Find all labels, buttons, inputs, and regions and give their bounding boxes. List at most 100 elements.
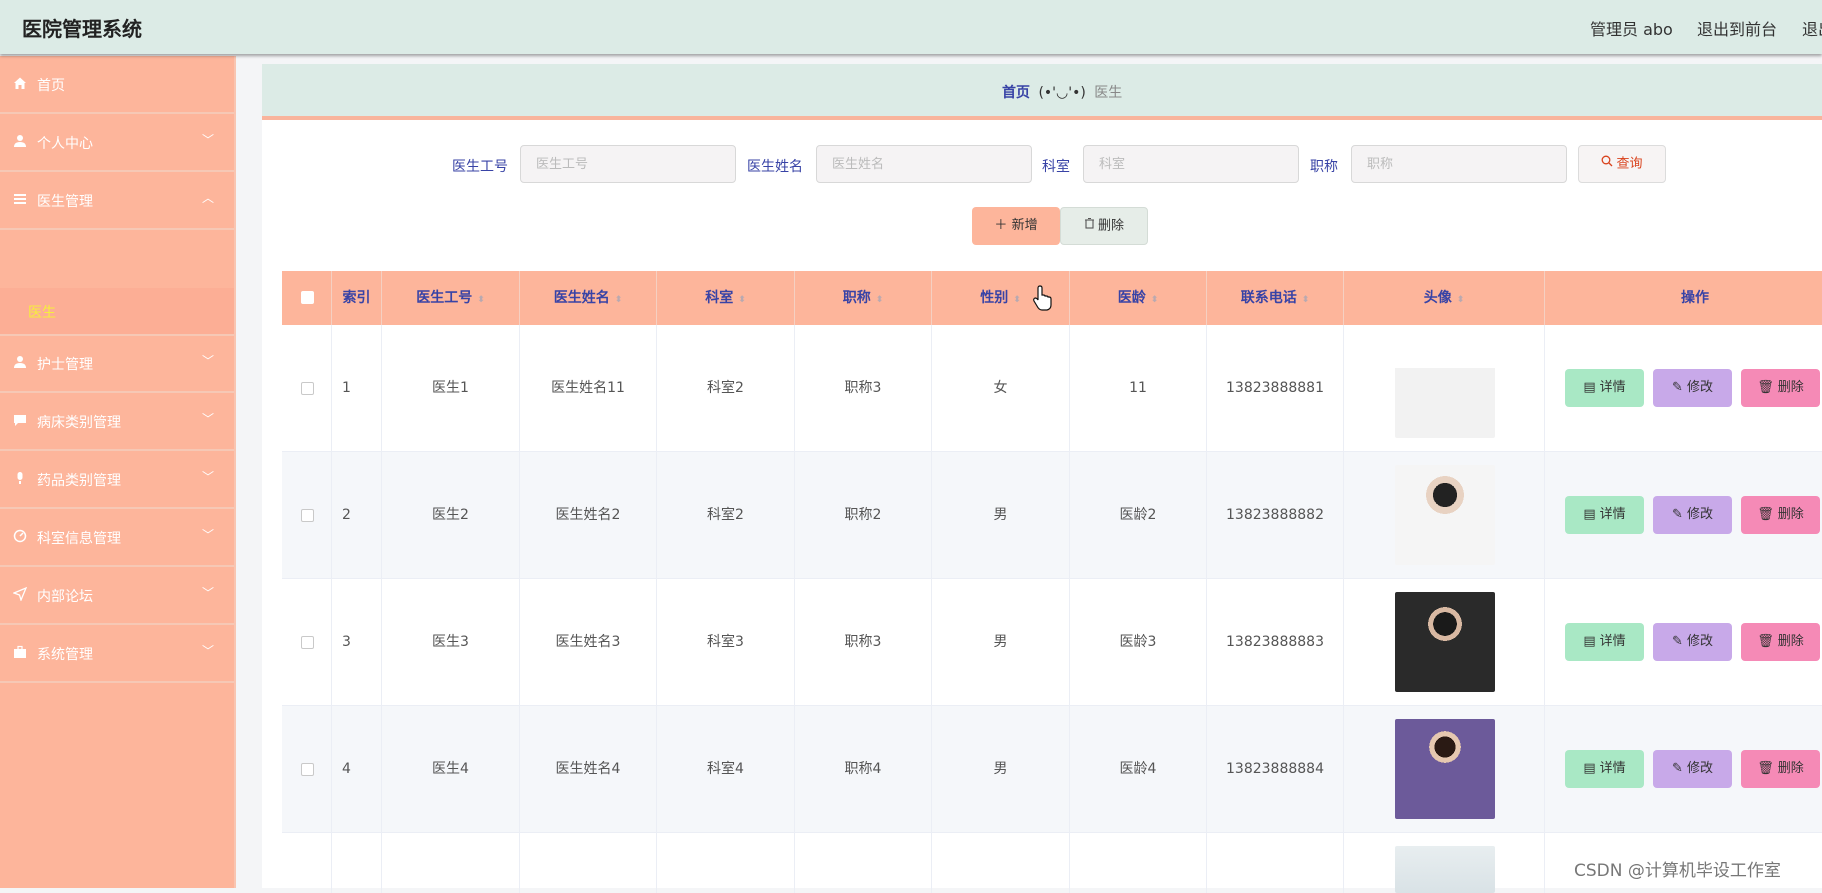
edit-button[interactable]: ✎ 修改 (1653, 369, 1732, 407)
cell-years: 医龄3 (1070, 579, 1207, 706)
row-checkbox[interactable] (301, 636, 314, 649)
column-header[interactable]: 头像 ⬍ (1344, 271, 1545, 325)
app-title: 医院管理系统 (22, 17, 142, 41)
column-header[interactable]: 科室 ⬍ (657, 271, 795, 325)
sort-icon[interactable]: ⬍ (1151, 295, 1159, 305)
edit-button[interactable]: ✎ 修改 (1653, 496, 1732, 534)
sidebar-item-label: 医生管理 (37, 194, 93, 210)
sidebar-item-label: 内部论坛 (37, 589, 93, 605)
query-button[interactable]: 查询 (1578, 145, 1666, 183)
logout-link[interactable]: 退出 (1802, 16, 1822, 40)
doctor-id-input[interactable] (520, 145, 736, 183)
breadcrumb-separator: (•'◡'•) (1038, 85, 1086, 101)
delete-button-label: 删除 (1097, 218, 1124, 234)
document-icon: ▤ (1583, 634, 1596, 649)
column-header[interactable]: 医生工号 ⬍ (382, 271, 520, 325)
trash-icon: 🗑 (1757, 507, 1774, 522)
doctor-avatar[interactable] (1395, 719, 1495, 819)
column-header[interactable]: 联系电话 ⬍ (1207, 271, 1344, 325)
microphone-icon (12, 471, 28, 487)
sidebar-item-department-info[interactable]: 科室信息管理 ﹀ (0, 509, 234, 567)
chevron-down-icon: ﹀ (202, 133, 215, 147)
doctor-id-label: 医生工号 (452, 159, 508, 175)
row-checkbox-cell (282, 452, 332, 579)
main-content: 首页 (•'◡'•) 医生 医生工号 医生姓名 科室 职称 查询 ＋ 新增 删除… (262, 64, 1822, 893)
cell-gender: 男 (932, 452, 1070, 579)
send-icon (12, 586, 28, 603)
doctor-name-input[interactable] (816, 145, 1032, 183)
delete-row-button[interactable]: 🗑 删除 (1741, 496, 1820, 534)
doctor-avatar[interactable] (1395, 465, 1495, 565)
cell-title: 职称3 (795, 579, 932, 706)
doctor-avatar[interactable] (1395, 592, 1495, 692)
list-icon (12, 192, 28, 208)
delete-row-button[interactable]: 🗑 删除 (1741, 623, 1820, 661)
detail-button-label: 详情 (1599, 507, 1626, 522)
sort-icon[interactable]: ⬍ (1302, 295, 1310, 305)
sort-icon[interactable]: ⬍ (1013, 295, 1021, 305)
edit-button[interactable]: ✎ 修改 (1653, 623, 1732, 661)
sidebar-subitem-doctor[interactable]: 医生 (0, 288, 234, 336)
breadcrumb: 首页 (•'◡'•) 医生 (262, 64, 1822, 120)
column-header[interactable]: 医龄 ⬍ (1070, 271, 1207, 325)
sidebar-item-internal-forum[interactable]: 内部论坛 ﹀ (0, 567, 234, 625)
detail-button[interactable]: ▤ 详情 (1565, 750, 1644, 788)
exit-to-front-link[interactable]: 退出到前台 (1697, 16, 1777, 40)
sort-icon[interactable]: ⬍ (738, 295, 746, 305)
detail-button[interactable]: ▤ 详情 (1565, 623, 1644, 661)
user-icon (12, 355, 28, 371)
add-button[interactable]: ＋ 新增 (972, 207, 1060, 245)
detail-button-label: 详情 (1599, 634, 1626, 649)
department-input[interactable] (1083, 145, 1299, 183)
sidebar-item-nurse-management[interactable]: 护士管理 ﹀ (0, 335, 234, 393)
delete-row-button[interactable]: 🗑 删除 (1741, 369, 1820, 407)
table-cell (1070, 833, 1207, 893)
column-header[interactable]: 职称 ⬍ (795, 271, 932, 325)
pencil-icon: ✎ (1672, 507, 1683, 522)
admin-user-label: 管理员 abo (1590, 20, 1673, 39)
detail-button[interactable]: ▤ 详情 (1565, 496, 1644, 534)
sidebar-item-home[interactable]: 首页 (0, 56, 234, 114)
job-title-input[interactable] (1351, 145, 1567, 183)
sidebar-item-system-management[interactable]: 系统管理 ﹀ (0, 625, 234, 683)
cell-dept: 科室2 (657, 325, 795, 452)
row-checkbox[interactable] (301, 763, 314, 776)
sort-icon[interactable]: ⬍ (1457, 295, 1465, 305)
cell-dept: 科室4 (657, 706, 795, 833)
sort-icon[interactable]: ⬍ (876, 295, 884, 305)
cell-avatar (1344, 325, 1545, 452)
document-icon: ▤ (1583, 761, 1596, 776)
chevron-down-icon: ﹀ (202, 528, 215, 542)
sidebar-item-label: 首页 (37, 78, 65, 94)
cell-id: 医生2 (382, 452, 520, 579)
edit-button-label: 修改 (1686, 507, 1713, 522)
sidebar-item-label: 药品类别管理 (37, 473, 121, 489)
sidebar-item-doctor-management[interactable]: 医生管理 ︿ (0, 172, 234, 230)
column-header: 操作 (1681, 290, 1709, 306)
sidebar-item-drug-category[interactable]: 药品类别管理 ﹀ (0, 451, 234, 509)
doctor-avatar[interactable] (1395, 846, 1495, 893)
sidebar-item-personal-center[interactable]: 个人中心 ﹀ (0, 114, 234, 172)
cell-dept: 科室3 (657, 579, 795, 706)
edit-button[interactable]: ✎ 修改 (1653, 750, 1732, 788)
sort-icon[interactable]: ⬍ (615, 295, 623, 305)
column-header[interactable]: 医生姓名 ⬍ (520, 271, 657, 325)
top-bar: 医院管理系统 管理员 abo 退出到前台 退出 (0, 0, 1822, 54)
cell-phone: 13823888883 (1207, 579, 1344, 706)
sort-icon[interactable]: ⬍ (477, 295, 485, 305)
cell-title: 职称4 (795, 706, 932, 833)
gauge-icon (12, 529, 28, 545)
row-checkbox[interactable] (301, 509, 314, 522)
table-row: 1 医生1 医生姓名11 科室2 职称3 女 11 13823888881 ▤ 详情 ✎ 修改 🗑 删除 (282, 325, 1822, 452)
document-icon: ▤ (1583, 380, 1596, 395)
sidebar-item-bed-category[interactable]: 病床类别管理 ﹀ (0, 393, 234, 451)
table-cell (332, 833, 382, 893)
breadcrumb-home[interactable]: 首页 (1002, 85, 1030, 101)
select-all-checkbox[interactable] (301, 291, 314, 304)
delete-row-button[interactable]: 🗑 删除 (1741, 750, 1820, 788)
detail-button[interactable]: ▤ 详情 (1565, 369, 1644, 407)
row-checkbox[interactable] (301, 382, 314, 395)
sidebar: 首页 个人中心 ﹀ 医生管理 ︿ 医生 护士管理 ﹀ 病床类别管理 ﹀ 药品类别… (0, 56, 236, 888)
doctor-avatar[interactable] (1395, 338, 1495, 438)
batch-delete-button[interactable]: 删除 (1060, 207, 1148, 245)
